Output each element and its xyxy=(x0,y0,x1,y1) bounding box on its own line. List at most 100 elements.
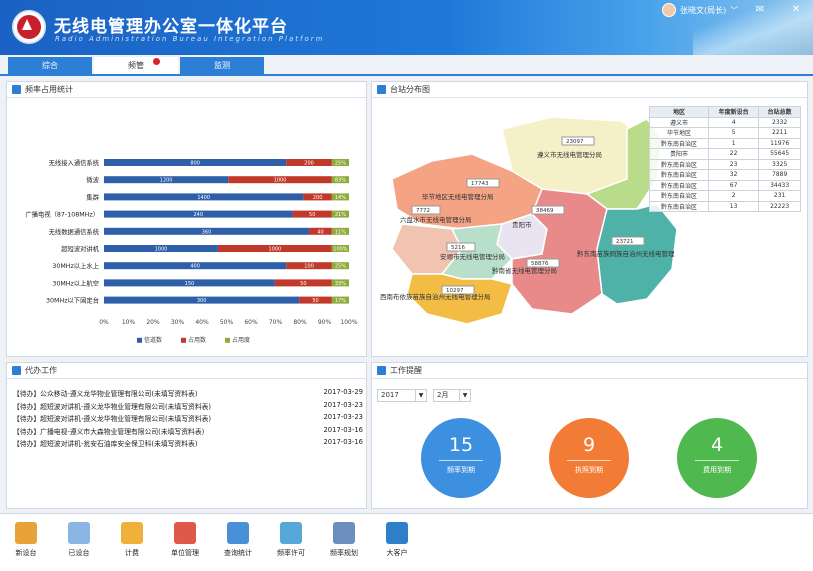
data-label: 100% xyxy=(333,247,348,253)
table-cell: 毕节地区 xyxy=(649,127,709,139)
table-cell: 67 xyxy=(707,179,760,191)
todo-item[interactable]: 【待办】超短波对讲机-遵义龙华物业管理有限公司(未填写资料表) 2017-03-2… xyxy=(13,401,363,411)
toolbar-button-unit-management[interactable]: 单位管理 xyxy=(165,522,205,558)
todo-text: 【待办】超短波对讲机-遵义龙华物业管理有限公司(未填写资料表) xyxy=(13,402,212,411)
data-label: 1400 xyxy=(197,195,210,201)
table-cell: 34433 xyxy=(758,179,801,191)
map-badge-liupanshui: 7772 xyxy=(416,208,430,214)
toolbar-button-billing[interactable]: 计费 xyxy=(112,522,152,558)
toolbar-button-frequency-plan[interactable]: 频率规划 xyxy=(324,522,364,558)
bell-icon xyxy=(377,366,386,375)
toolbar-button-frequency-license[interactable]: 频率许可 xyxy=(271,522,311,558)
x-tick-label: 60% xyxy=(244,319,258,326)
billing-icon xyxy=(121,522,143,544)
frequency-plan-icon xyxy=(333,522,355,544)
app-title: 无线电管理办公室一体化平台 xyxy=(54,17,288,37)
todo-text: 【待办】超短波对讲机-遵义龙华物业管理有限公司(未填写资料表) xyxy=(13,415,212,423)
station-count-table: 地区 年度新设台 台站总数 遵义市 4 2332 毕节地区 5 2211 黔东南自治区 1 11976… xyxy=(649,106,801,212)
data-label: 33% xyxy=(335,281,346,287)
table-cell: 2211 xyxy=(758,127,801,139)
tab-frequency-label: 频管 xyxy=(128,61,144,70)
table-cell: 黔东南自治区 xyxy=(649,179,709,191)
data-label: 1200 xyxy=(160,178,173,184)
message-icon[interactable]: ✉ xyxy=(754,4,766,15)
table-cell: 231 xyxy=(758,190,801,202)
table-row[interactable]: 黔东南自治区 32 7889 xyxy=(649,169,801,181)
tab-frequency[interactable]: 频管 xyxy=(94,57,178,74)
panel-title: 工作提醒 xyxy=(390,366,422,375)
panel-header: 频率占用统计 xyxy=(7,82,366,98)
month-value: 2月 xyxy=(437,391,449,399)
table-cell: 23 xyxy=(707,158,760,170)
todo-date: 2017-03-23 xyxy=(323,413,363,421)
table-cell: 2 xyxy=(707,190,760,202)
data-label: 50 xyxy=(309,212,315,218)
category-label: 微波 xyxy=(86,175,99,184)
data-label: 200 xyxy=(304,161,314,167)
todo-text: 【待办】超短波对讲机-瓮安石油库安全保卫科(未填写资料表) xyxy=(13,440,198,448)
fee-expiry-circle[interactable]: 4 费用到期 xyxy=(677,418,757,498)
todo-text: 【待办】公众移动-遵义龙华物业管理有限公司(未填写资料表) xyxy=(13,390,198,398)
category-label: 30MHz以上水上 xyxy=(52,261,99,270)
map-badge-zunyi: 23097 xyxy=(566,139,584,145)
category-label: 广播电视（87-108MHz） xyxy=(25,210,99,219)
data-label: 800 xyxy=(190,161,200,167)
map-label-anshun: 安顺市无线电管理分局 xyxy=(440,252,505,261)
todo-item[interactable]: 【待办】广播电视-遵义市大森物业管理有限公司(未填写资料表) 2017-03-16 xyxy=(13,426,363,436)
toolbar-button-new-station[interactable]: 新设台 xyxy=(6,522,46,558)
data-label: 21% xyxy=(335,212,346,218)
todo-date: 2017-03-16 xyxy=(323,425,363,434)
year-select[interactable]: 2017 ▼ xyxy=(377,389,427,402)
todo-item[interactable]: 【待办】公众移动-遵义龙华物业管理有限公司(未填写资料表) 2017-03-29 xyxy=(13,388,363,398)
license-expiry-circle[interactable]: 9 执照到期 xyxy=(549,418,629,498)
logo xyxy=(12,10,46,44)
tab-monitoring[interactable]: 监测 xyxy=(180,57,264,74)
data-label: 50 xyxy=(312,298,318,304)
table-row[interactable]: 黔东南自治区 1 11976 xyxy=(649,137,801,149)
toolbar-button-query-stats[interactable]: 查询统计 xyxy=(218,522,258,558)
month-select[interactable]: 2月 ▼ xyxy=(433,389,471,402)
x-tick-label: 30% xyxy=(171,319,185,326)
user-menu[interactable]: 张晓文(局长) ﹀ xyxy=(662,3,738,17)
vip-customer-icon xyxy=(386,522,408,544)
table-row[interactable]: 黔东南自治区 13 22223 xyxy=(649,200,801,212)
toolbar-button-existing-station[interactable]: 已设台 xyxy=(59,522,99,558)
main-tabs: 综合 频管 监测 xyxy=(8,57,266,74)
new-station-icon xyxy=(15,522,37,544)
fee-expiry-count: 4 xyxy=(710,434,724,456)
map-label-qiandongnan: 黔东南苗族侗族自治州无线电管理 xyxy=(577,249,675,258)
table-header-cell: 地区 xyxy=(649,106,709,118)
data-label: 14% xyxy=(335,195,346,201)
table-row[interactable]: 黔东南自治区 67 34433 xyxy=(649,179,801,191)
panel-title: 频率占用统计 xyxy=(25,85,73,94)
table-cell: 2332 xyxy=(758,116,801,128)
toolbar-label: 查询统计 xyxy=(224,549,252,557)
todo-item[interactable]: 【待办】超短波对讲机-遵义龙华物业管理有限公司(未填写资料表) 2017-03-2… xyxy=(13,413,363,423)
toolbar-button-vip-customer[interactable]: 大客户 xyxy=(377,522,417,558)
frequency-expiry-circle[interactable]: 15 频率到期 xyxy=(421,418,501,498)
data-label: 83% xyxy=(335,178,346,184)
panel-title: 台站分布图 xyxy=(390,85,430,94)
table-row[interactable]: 黔东南自治区 23 3325 xyxy=(649,158,801,170)
table-row[interactable]: 遵义市 4 2332 xyxy=(649,116,801,128)
table-row[interactable]: 贵阳市 22 55645 xyxy=(649,148,801,160)
data-label: 1000 xyxy=(274,178,287,184)
data-label: 17% xyxy=(335,298,346,304)
data-label: 150 xyxy=(185,281,195,287)
close-icon[interactable]: ✕ xyxy=(790,4,802,15)
legend-swatch xyxy=(137,337,142,343)
category-label: 无线接入通信系统 xyxy=(49,158,100,167)
table-row[interactable]: 毕节地区 5 2211 xyxy=(649,127,801,139)
year-value: 2017 xyxy=(381,391,399,399)
license-expiry-label: 执照到期 xyxy=(575,466,603,474)
table-row[interactable]: 黔东南自治区 2 231 xyxy=(649,190,801,202)
x-tick-label: 20% xyxy=(146,319,160,326)
avatar xyxy=(662,3,676,17)
category-label: 无线数据通信系统 xyxy=(49,227,100,236)
category-label: 超短波对讲机 xyxy=(61,244,99,253)
tab-overview[interactable]: 综合 xyxy=(8,57,92,74)
data-label: 100 xyxy=(304,264,314,270)
tab-underline xyxy=(0,74,813,76)
reminder-panel: 工作提醒 2017 ▼ 2月 ▼ 15 频率到期 9 执照到期 4 费用到期 xyxy=(371,362,808,509)
todo-item[interactable]: 【待办】超短波对讲机-瓮安石油库安全保卫科(未填写资料表) 2017-03-16 xyxy=(13,438,363,448)
